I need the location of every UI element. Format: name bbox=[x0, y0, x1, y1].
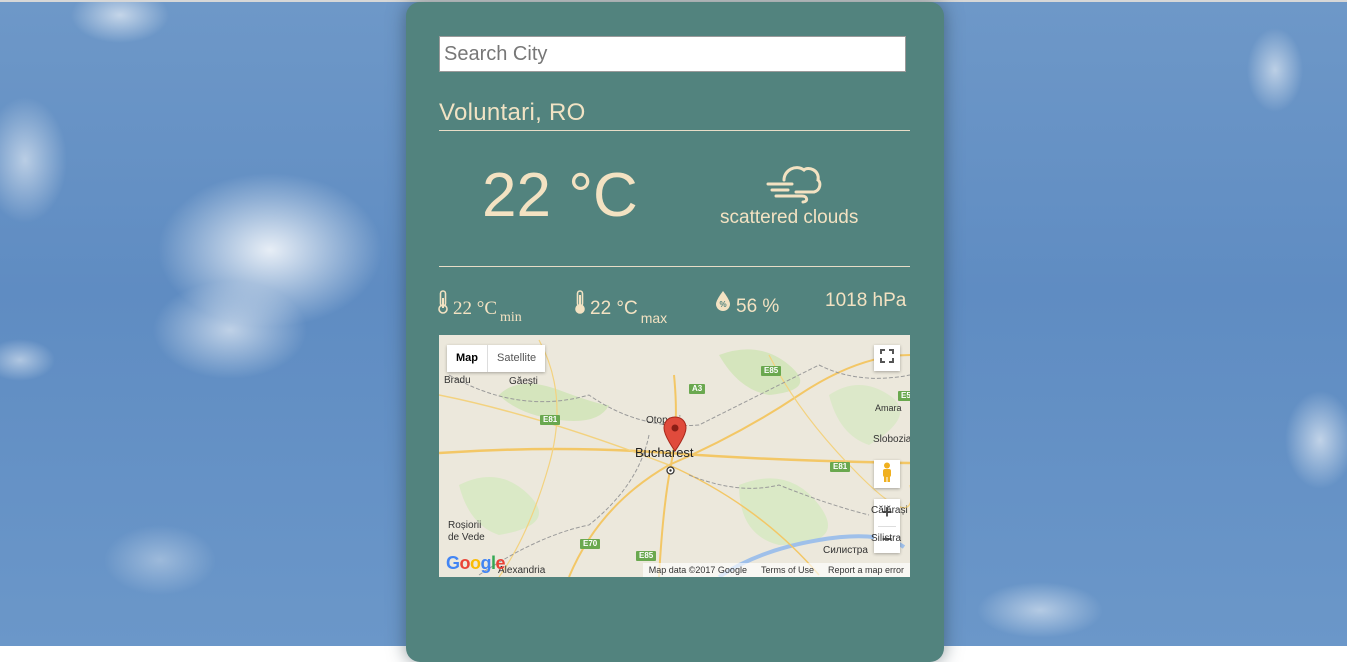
pressure: 1018 hPa bbox=[825, 290, 906, 312]
thermometer-icon bbox=[574, 290, 590, 320]
map-label-slobozia: Slobozia bbox=[873, 434, 910, 445]
pressure-value: 1018 hPa bbox=[825, 290, 907, 311]
map-type-control: Map Satellite bbox=[447, 345, 546, 372]
weather-card: Voluntari, RO 22 °C scattered clouds 22 … bbox=[406, 2, 944, 662]
min-temperature: 22 °C min bbox=[437, 290, 522, 325]
humidity-value: 56 % bbox=[736, 296, 780, 317]
max-label: max bbox=[640, 310, 668, 326]
map-label-amara: Amara bbox=[875, 403, 902, 413]
report-map-error-link[interactable]: Report a map error bbox=[828, 565, 904, 575]
map-label-rosiorii: Roșiorii bbox=[448, 520, 482, 531]
road-shield: E81 bbox=[830, 462, 851, 472]
map-label-alexandria: Alexandria bbox=[498, 565, 546, 576]
current-temperature: 22 °C bbox=[482, 161, 638, 230]
road-shield: E85 bbox=[761, 366, 782, 376]
location-map[interactable]: Map Satellite + − Bradu Găești Otopeni B… bbox=[439, 335, 910, 577]
humidity-drop-icon: % bbox=[714, 290, 736, 318]
max-value: 22 °C bbox=[590, 298, 638, 319]
city-dot-icon bbox=[666, 462, 675, 480]
max-temperature: 22 °C max bbox=[574, 290, 667, 326]
fullscreen-icon bbox=[880, 348, 894, 368]
thermometer-icon bbox=[437, 290, 453, 320]
street-view-button[interactable] bbox=[874, 460, 900, 488]
city-name: Voluntari, RO bbox=[439, 99, 586, 126]
road-shield: E5 bbox=[898, 391, 910, 401]
map-type-satellite-button[interactable]: Satellite bbox=[488, 345, 545, 372]
wind-clouds-icon bbox=[766, 162, 822, 209]
road-shield: A3 bbox=[689, 384, 706, 394]
search-input[interactable] bbox=[439, 36, 906, 72]
map-label-silistra-bg: Силистра bbox=[823, 545, 868, 556]
road-shield: E70 bbox=[580, 539, 601, 549]
map-label-calarasi: Călărași bbox=[871, 505, 908, 516]
google-logo[interactable]: Google bbox=[446, 553, 506, 574]
weather-description: scattered clouds bbox=[720, 207, 859, 228]
pegman-icon bbox=[881, 462, 893, 487]
map-label-silistra: Silistra bbox=[871, 533, 902, 544]
humidity: % 56 % bbox=[714, 290, 779, 318]
map-label-bradu: Bradu bbox=[444, 375, 471, 386]
map-marker-icon[interactable] bbox=[663, 416, 687, 457]
map-label-de-vede: de Vede bbox=[448, 532, 485, 543]
min-label: min bbox=[500, 310, 522, 325]
divider bbox=[439, 130, 910, 131]
map-type-map-button[interactable]: Map bbox=[447, 345, 488, 372]
svg-text:%: % bbox=[719, 300, 726, 309]
fullscreen-button[interactable] bbox=[874, 345, 900, 371]
map-footer: Map data ©2017 Google Terms of Use Repor… bbox=[642, 563, 910, 577]
terms-of-use-link[interactable]: Terms of Use bbox=[761, 565, 814, 575]
road-shield: E81 bbox=[540, 415, 561, 425]
map-data-attribution: Map data ©2017 Google bbox=[648, 565, 747, 575]
map-label-gaesti: Găești bbox=[509, 376, 538, 387]
min-value: 22 °C bbox=[453, 298, 498, 319]
road-shield: E85 bbox=[636, 551, 657, 561]
divider bbox=[439, 266, 910, 267]
